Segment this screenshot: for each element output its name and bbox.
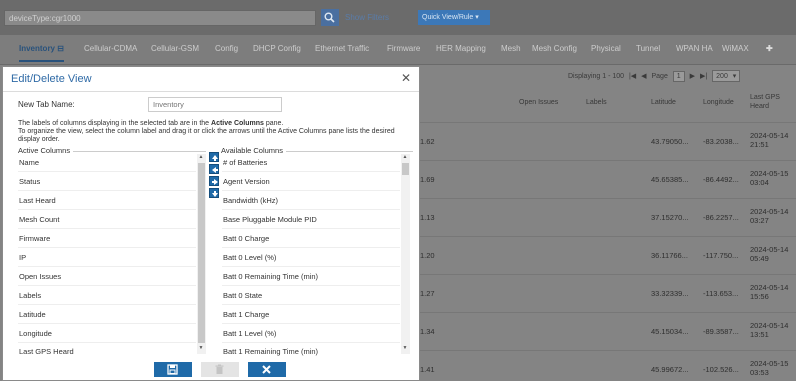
tab-wimax[interactable]: WiMAX [722, 44, 749, 53]
search-icon [324, 12, 335, 23]
table-row[interactable]: 1.13 37.15270... -86.2257... 2024-05-14 … [418, 198, 796, 236]
arrow-up-icon [212, 155, 218, 161]
available-column-item[interactable]: Batt 0 Remaining Time (min) [222, 271, 400, 283]
pagination-bar: Displaying 1 - 100 |◀ ◀ Page 1 ▶ ▶| 200 … [568, 70, 743, 84]
move-down-button[interactable] [209, 188, 219, 198]
tab-firmware[interactable]: Firmware [387, 44, 420, 53]
table-row[interactable]: 1.62 43.79050... -83.2038... 2024-05-14 … [418, 122, 796, 160]
tab-wpan-ha[interactable]: WPAN HA [676, 44, 713, 53]
active-column-status[interactable]: Status [18, 176, 196, 188]
tab-tunnel[interactable]: Tunnel [636, 44, 660, 53]
tab-her-mapping[interactable]: HER Mapping [436, 44, 486, 53]
arrow-down-icon [212, 191, 218, 197]
instructions-text: The labels of columns displaying in the … [18, 120, 395, 143]
active-column-firmware[interactable]: Firmware [18, 233, 196, 245]
new-tab-name-label: New Tab Name: [18, 100, 75, 109]
page-size-select[interactable]: 200 ▾ [712, 70, 741, 82]
active-column-longitude[interactable]: Longitude [18, 328, 196, 340]
tab-ethernet-traffic[interactable]: Ethernet Traffic [315, 44, 369, 53]
table-row[interactable]: 1.34 45.15034... -89.3587... 2024-05-14 … [418, 312, 796, 350]
prev-page-icon[interactable]: ◀ [641, 72, 646, 80]
tab-menu-icon[interactable]: ⊟ [57, 44, 64, 53]
scrollbar-thumb[interactable] [198, 163, 205, 343]
tab-config[interactable]: Config [215, 44, 238, 53]
available-column-item[interactable]: Batt 1 Charge [222, 309, 400, 321]
active-column-ip[interactable]: IP [18, 252, 196, 264]
arrow-right-icon [212, 179, 218, 185]
available-column-item[interactable]: Batt 0 State [222, 290, 400, 302]
table-row[interactable]: 1.20 36.11766... -117.750... 2024-05-14 … [418, 236, 796, 274]
search-input[interactable] [4, 10, 316, 26]
next-page-icon[interactable]: ▶ [690, 72, 695, 80]
scroll-up-arrow-icon[interactable]: ▲ [197, 154, 205, 160]
cancel-button[interactable] [248, 362, 286, 377]
active-column-labels[interactable]: Labels [18, 290, 196, 302]
available-column-item[interactable]: Batt 0 Level (%) [222, 252, 400, 264]
last-page-icon[interactable]: ▶| [700, 72, 707, 80]
top-search-bar: Show Filters Quick View/Rule ▾ [0, 0, 796, 35]
tab-dhcp-config[interactable]: DHCP Config [253, 44, 301, 53]
available-column-item[interactable]: Batt 1 Remaining Time (min) [222, 346, 400, 358]
table-row[interactable]: 1.69 45.65385... -86.4492... 2024-05-15 … [418, 160, 796, 198]
new-tab-name-input[interactable] [148, 97, 282, 112]
active-column-name[interactable]: Name [18, 157, 196, 169]
quick-view-dropdown[interactable]: Quick View/Rule ▾ [418, 10, 490, 25]
move-up-button[interactable] [209, 152, 219, 162]
move-to-active-button[interactable] [209, 164, 219, 174]
caret-down-icon: ▾ [475, 14, 479, 21]
available-column-item[interactable]: Bandwidth (kHz) [222, 195, 400, 207]
active-column-mesh-count[interactable]: Mesh Count [18, 214, 196, 226]
trash-icon [215, 364, 224, 374]
active-column-open-issues[interactable]: Open Issues [18, 271, 196, 283]
available-columns-scrollbar[interactable]: ▲ ▼ [401, 154, 410, 354]
tab-inventory[interactable]: Inventory ⊟ [19, 44, 64, 62]
table-row[interactable]: 1.41 45.99672... -102.526... 2024-05-15 … [418, 350, 796, 381]
scroll-down-arrow-icon[interactable]: ▼ [401, 345, 409, 351]
tab-cellular-cdma[interactable]: Cellular-CDMA [84, 44, 137, 53]
show-filters-link[interactable]: Show Filters [345, 13, 389, 22]
page-number-input[interactable]: 1 [672, 70, 685, 82]
first-page-icon[interactable]: |◀ [629, 72, 636, 80]
displaying-count: Displaying 1 - 100 [568, 72, 625, 80]
available-column-item[interactable]: Batt 1 Level (%) [222, 328, 400, 340]
move-to-available-button[interactable] [209, 176, 219, 186]
available-columns-list[interactable]: # of Batteries Agent Version Bandwidth (… [222, 154, 400, 359]
scrollbar-thumb[interactable] [402, 163, 409, 175]
active-column-last-gps-heard[interactable]: Last GPS Heard [18, 346, 196, 358]
tab-bar: Inventory ⊟ Cellular-CDMA Cellular-GSM C… [0, 35, 796, 65]
tab-mesh-config[interactable]: Mesh Config [532, 44, 577, 53]
page-label: Page [651, 72, 668, 80]
arrow-left-icon [212, 167, 218, 173]
tab-cellular-gsm[interactable]: Cellular-GSM [151, 44, 199, 53]
available-column-item[interactable]: # of Batteries [222, 157, 400, 169]
add-tab-icon[interactable]: ✚ [766, 44, 773, 53]
save-button[interactable] [154, 362, 192, 377]
scroll-down-arrow-icon[interactable]: ▼ [197, 345, 205, 351]
title-divider [3, 91, 419, 92]
available-column-item[interactable]: Base Pluggable Module PID [222, 214, 400, 226]
active-column-last-heard[interactable]: Last Heard [18, 195, 196, 207]
floppy-disk-icon [167, 364, 178, 375]
tab-physical[interactable]: Physical [591, 44, 621, 53]
active-columns-list[interactable]: Name Status Last Heard Mesh Count Firmwa… [18, 154, 196, 359]
scroll-up-arrow-icon[interactable]: ▲ [401, 154, 409, 160]
tab-mesh[interactable]: Mesh [501, 44, 521, 53]
edit-delete-view-dialog: Edit/Delete View ✕ New Tab Name: The lab… [2, 66, 420, 381]
dialog-title: Edit/Delete View [11, 73, 92, 85]
quick-view-label: Quick View/Rule [422, 14, 474, 21]
active-column-latitude[interactable]: Latitude [18, 309, 196, 321]
close-icon [262, 365, 271, 374]
table-row[interactable]: 1.27 33.32339... -113.653... 2024-05-14 … [418, 274, 796, 312]
close-icon[interactable]: ✕ [401, 71, 411, 85]
available-column-item[interactable]: Agent Version [222, 176, 400, 188]
active-columns-scrollbar[interactable]: ▲ ▼ [197, 154, 206, 354]
delete-button[interactable] [201, 362, 239, 377]
available-column-item[interactable]: Batt 0 Charge [222, 233, 400, 245]
search-button[interactable] [321, 9, 339, 26]
